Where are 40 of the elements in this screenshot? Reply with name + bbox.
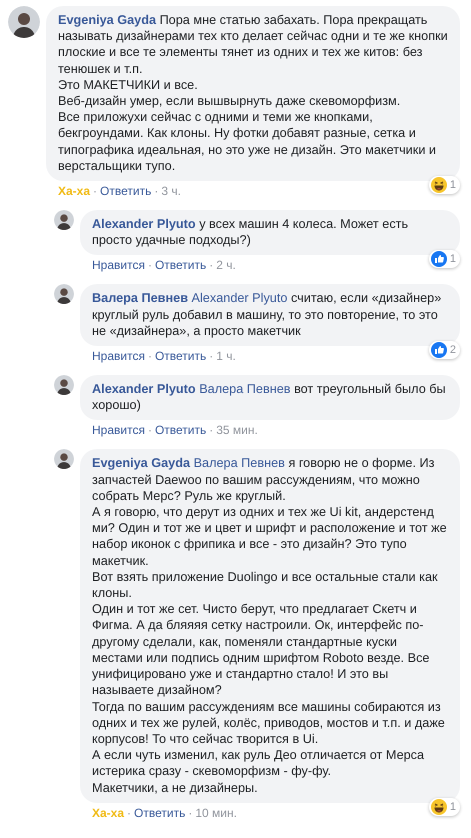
react-link[interactable]: Нравится <box>92 349 145 364</box>
separator-dot: · <box>188 806 192 820</box>
separator-dot: · <box>209 349 214 364</box>
like-icon <box>430 251 447 268</box>
reply-link[interactable]: Ответить <box>154 258 206 272</box>
avatar[interactable] <box>54 375 74 396</box>
author-link[interactable]: Evgeniya Gayda <box>92 456 190 470</box>
reply-link[interactable]: Ответить <box>100 184 152 198</box>
avatar[interactable] <box>54 449 74 470</box>
separator-dot: · <box>127 806 132 820</box>
separator-dot: · <box>148 258 152 272</box>
author-link[interactable]: Alexander Plyuto <box>92 217 196 232</box>
laughing-face-icon <box>430 798 447 815</box>
separator-dot: · <box>154 184 158 198</box>
laughing-face-icon <box>430 177 447 194</box>
avatar[interactable] <box>54 210 74 230</box>
reply-link[interactable]: Ответить <box>154 349 206 364</box>
mention-link[interactable]: Валера Певнев <box>199 382 291 396</box>
author-link[interactable]: Валера Певнев <box>92 291 188 306</box>
separator-dot: · <box>93 184 98 198</box>
author-link[interactable]: Evgeniya Gayda <box>58 13 156 27</box>
separator-dot: · <box>209 423 214 438</box>
comment-text: Alexander Plyuto у всех машин 4 колеса. Может есть просто удачные подходы?) <box>92 216 410 248</box>
comment-text: Evgeniya Gayda Валера Певнев я говорю не о форме. Из запчастей Daewoo по вашим рассуждениям, что можно собрать Мерс? Руль же круглый. А я говорю, что дерут из одних и тех же Ui kit, андерстенд ми? Один и тот же и цвет и шрифт и расположение и тот же набор иконок с фрипика и все - это дизайн? Это тупо макетчик. Вот взять приложение Duolingo и все остальные стали как клоны. Один и тот же сет. Чисто берут, что предлагает Скетч и Фигма. А да бляяяя сетку настроили. Ок, интерфейс по-другому сделали, как, поменяли стандартные куски местами или подпись одним шрифтом Roboto везде. Все унифицировано уже и стандартно стало! И это вы называете дизайном? Тогда по вашим рассуждениям все машины собираются из одних и тех же рулей, колёс, приводов, мостов и т.п. и даже корпусов! То что сейчас творится в Ui. А если чуть изменил, как руль Део отличается от Мерса истерика сразу - скевоморфизм - фу-фу. Макетчики, а не дизайнеры. <box>92 455 448 796</box>
comment-text: Alexander Plyuto Валера Певнев вот треугольный было бы хорошо) <box>92 381 447 414</box>
separator-dot: · <box>209 258 214 272</box>
like-icon <box>430 342 447 358</box>
comment-text: Валера Певнев Alexander Plyuto считаю, если «дизайнер» круглый руль добавил в машину, то это повторение, то это не «дизайнера», а просто макетчик <box>92 290 442 340</box>
mention-link[interactable]: Валера Певнев <box>194 456 285 470</box>
avatar[interactable] <box>54 284 74 304</box>
reply-link[interactable]: Ответить <box>134 806 186 820</box>
mention-link[interactable]: Alexander Plyuto <box>192 291 288 306</box>
react-link[interactable]: Нравится <box>92 258 145 272</box>
separator-dot: · <box>148 349 152 364</box>
react-link[interactable]: Нравится <box>92 423 145 438</box>
reply-link[interactable]: Ответить <box>154 423 206 438</box>
avatar[interactable] <box>8 6 40 38</box>
comment-text: Evgeniya Gayda Пора мне статью забахать. Пора прекращать называть дизайнерами тех кто делает сейчас одни и те же кнопки плоские и все те элементы тянет из одних и тех же китов: без тенюшек и т.п. Это МАКЕТЧИКИ и все. Веб-дизайн умер, если вышвырнуть даже скевоморфизм. Все приложухи сейчас с одними и теми же кнопками, бекгроундами. Как клоны. Ну фотки добавят разные, сетка и типографика идеальная, но это уже не дизайн. Это макетчики и верстальщики тупо. <box>58 12 448 174</box>
author-link[interactable]: Alexander Plyuto <box>92 382 196 396</box>
separator-dot: · <box>148 423 152 438</box>
